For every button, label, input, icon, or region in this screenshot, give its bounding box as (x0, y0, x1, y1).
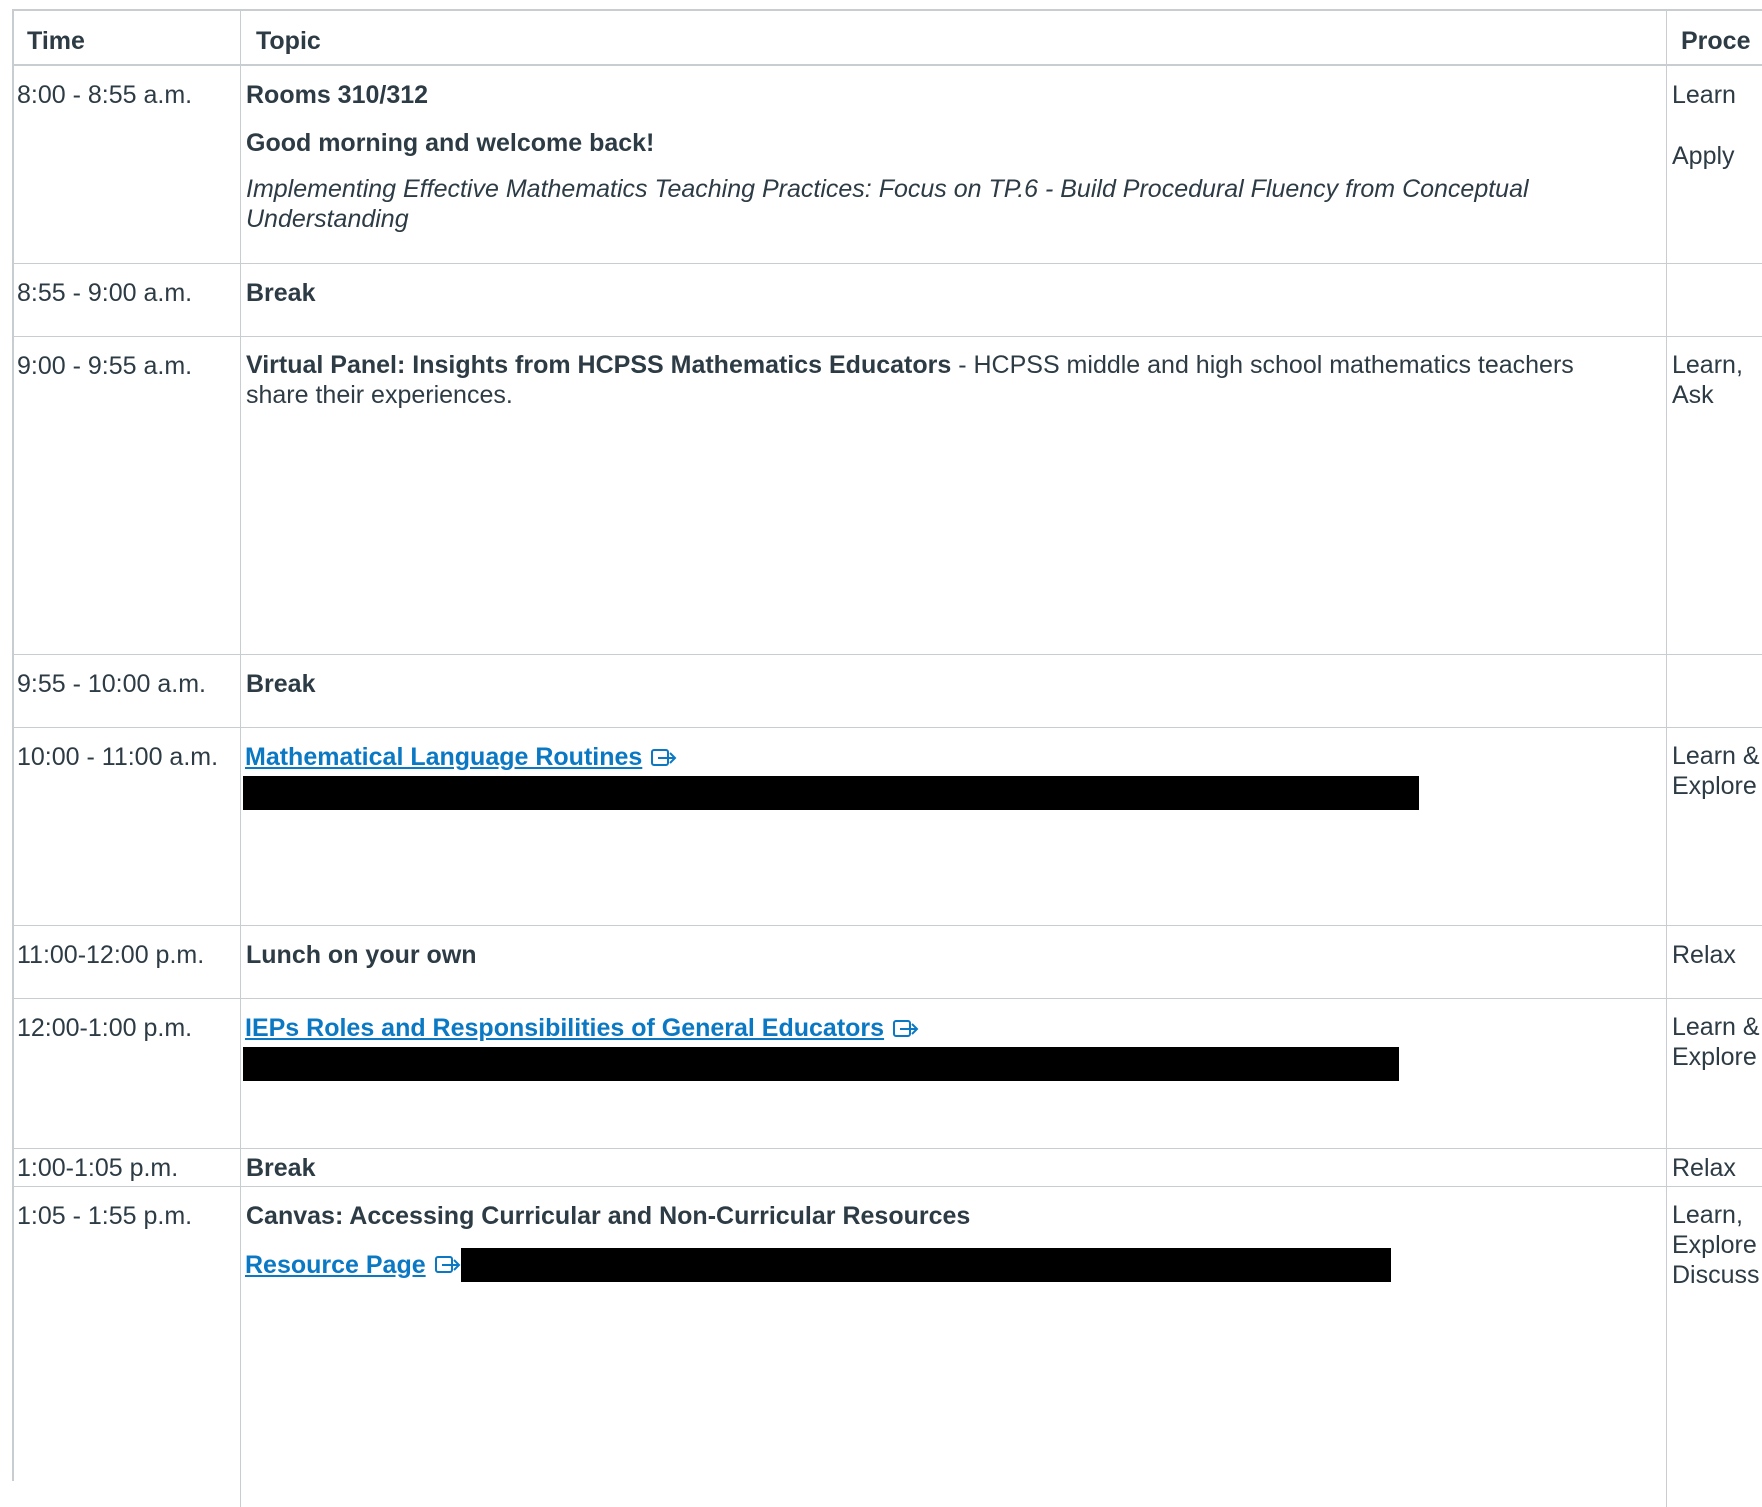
process-item: Apply (1672, 142, 1735, 170)
topic-cell: Break (241, 1149, 1667, 1186)
process-item: Explore (1672, 1231, 1757, 1259)
topic-cell: IEPs Roles and Responsibilities of Gener… (241, 999, 1667, 1148)
process-item: Explore (1672, 772, 1757, 800)
table-row: 11:00-12:00 p.m. Lunch on your own Relax (14, 926, 1762, 999)
redaction-bar (243, 1047, 1399, 1081)
time-cell: 8:00 - 8:55 a.m. (14, 66, 241, 263)
topic-cell: Break (241, 264, 1667, 336)
process-item: Learn, (1672, 1201, 1743, 1229)
table-row: 10:00 - 11:00 a.m. Mathematical Language… (14, 728, 1762, 926)
process-item: Learn & (1672, 1013, 1760, 1041)
canvas-session-title: Canvas: Accessing Curricular and Non-Cur… (246, 1202, 971, 1230)
room-label: Rooms 310/312 (246, 81, 429, 109)
mathematical-language-routines-link[interactable]: Mathematical Language Routines (245, 741, 642, 774)
topic-cell: Lunch on your own (241, 926, 1667, 998)
column-header-topic: Topic (241, 11, 1667, 64)
process-item: Explore (1672, 1043, 1757, 1071)
column-header-time: Time (14, 11, 241, 64)
process-cell: Learn, Ask (1667, 337, 1762, 654)
time-cell: 1:00-1:05 p.m. (14, 1149, 241, 1186)
table-row: 9:00 - 9:55 a.m. Virtual Panel: Insights… (14, 337, 1762, 655)
topic-cell: Virtual Panel: Insights from HCPSS Mathe… (241, 337, 1667, 654)
time-cell: 9:00 - 9:55 a.m. (14, 337, 241, 654)
table-row: 9:55 - 10:00 a.m. Break (14, 655, 1762, 728)
redaction-bar (243, 776, 1419, 810)
process-item: Ask (1672, 381, 1714, 409)
table-row: 8:55 - 9:00 a.m. Break (14, 264, 1762, 337)
time-cell: 8:55 - 9:00 a.m. (14, 264, 241, 336)
process-cell (1667, 655, 1762, 727)
column-header-process: Proce (1681, 27, 1751, 55)
table-row: 1:00-1:05 p.m. Break Relax (14, 1149, 1762, 1187)
process-cell: Learn & Explore (1667, 999, 1762, 1148)
table-row: 1:05 - 1:55 p.m. Canvas: Accessing Curri… (14, 1187, 1762, 1507)
time-cell: 1:05 - 1:55 p.m. (14, 1187, 241, 1507)
redaction-bar (460, 1248, 1391, 1282)
topic-cell: Rooms 310/312 Good morning and welcome b… (241, 66, 1667, 263)
ieps-roles-link[interactable]: IEPs Roles and Responsibilities of Gener… (245, 1012, 884, 1045)
process-cell: Relax (1672, 1154, 1736, 1182)
process-item: Learn (1672, 81, 1736, 109)
time-cell: 9:55 - 10:00 a.m. (14, 655, 241, 727)
topic-cell: Mathematical Language Routines (241, 728, 1667, 925)
time-cell: 12:00-1:00 p.m. (14, 999, 241, 1148)
process-cell: Relax (1672, 941, 1736, 969)
table-row: 12:00-1:00 p.m. IEPs Roles and Responsib… (14, 999, 1762, 1149)
welcome-text: Good morning and welcome back! (246, 129, 655, 157)
lunch-label: Lunch on your own (246, 941, 477, 969)
table-header-row: Time Topic Proce (14, 11, 1762, 66)
schedule-table: Time Topic Proce 8:00 - 8:55 a.m. Rooms … (12, 9, 1762, 1507)
time-cell: 10:00 - 11:00 a.m. (14, 728, 241, 925)
break-label: Break (246, 1154, 316, 1182)
process-item: Learn & (1672, 742, 1760, 770)
resource-page-link[interactable]: Resource Page (245, 1249, 426, 1282)
topic-cell: Canvas: Accessing Curricular and Non-Cur… (241, 1187, 1667, 1507)
break-label: Break (246, 670, 316, 698)
table-row: 8:00 - 8:55 a.m. Rooms 310/312 Good morn… (14, 66, 1762, 264)
session-subtitle: Implementing Effective Mathematics Teach… (246, 175, 1529, 233)
break-label: Break (246, 279, 316, 307)
process-item: Learn, (1672, 351, 1743, 379)
external-link-icon[interactable] (434, 1254, 462, 1276)
process-cell (1667, 264, 1762, 336)
process-cell: Learn, Explore Discuss (1667, 1187, 1762, 1507)
process-cell: Learn Apply (1667, 66, 1762, 263)
process-item: Discuss (1672, 1261, 1760, 1289)
time-cell: 11:00-12:00 p.m. (14, 926, 241, 998)
external-link-icon[interactable] (892, 1018, 920, 1040)
topic-cell: Break (241, 655, 1667, 727)
panel-title: Virtual Panel: Insights from HCPSS Mathe… (246, 351, 952, 379)
external-link-icon[interactable] (650, 747, 678, 769)
process-cell: Learn & Explore (1667, 728, 1762, 925)
